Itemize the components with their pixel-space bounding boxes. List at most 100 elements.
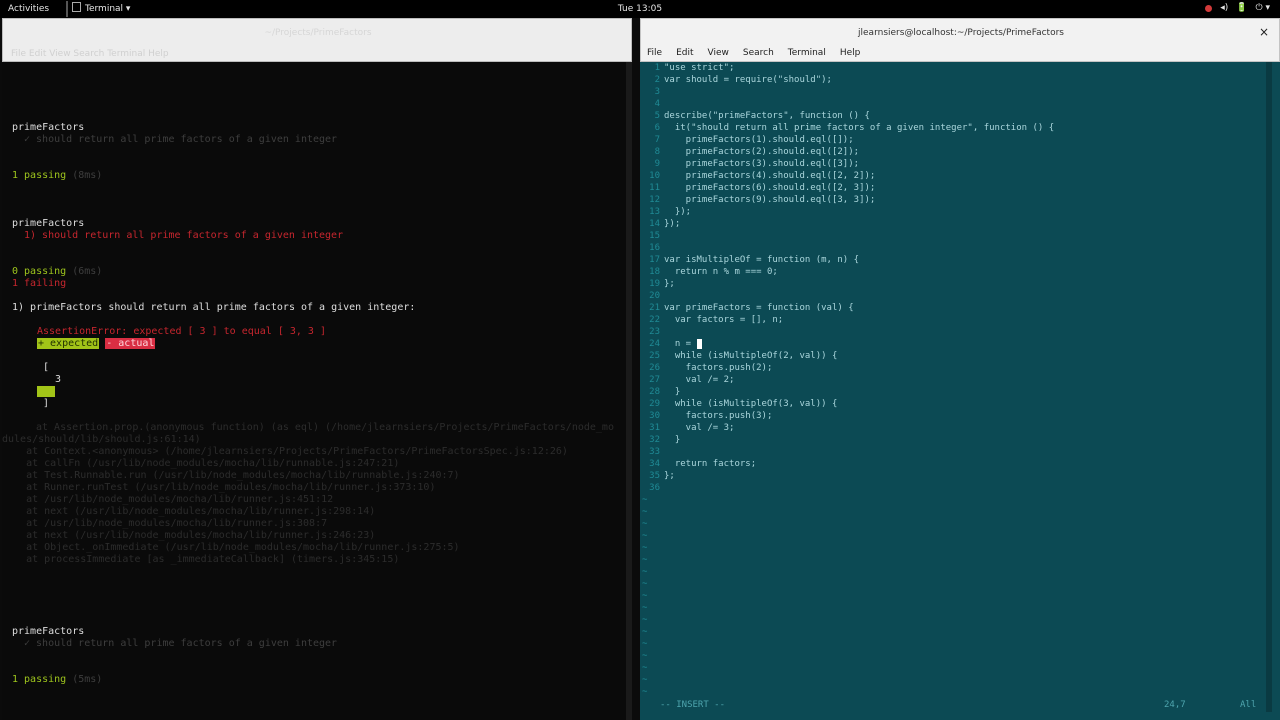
code-text: describe("primeFactors", function () {: [664, 111, 870, 121]
line-number: 25: [649, 351, 660, 361]
cursor-position: 24,7: [1164, 700, 1186, 710]
line-number: 34: [649, 459, 660, 469]
system-tray[interactable]: ◂) 🔋 ⏻ ▾: [1205, 3, 1270, 13]
assertion-error: AssertionError: expected [ 3 ] to equal …: [37, 326, 326, 337]
line-number: 19: [649, 279, 660, 289]
code-line: 34 return factors;: [640, 458, 756, 470]
line-number: 22: [649, 315, 660, 325]
menu-search[interactable]: Search: [743, 48, 774, 58]
code-text: while (isMultipleOf(2, val)) {: [664, 351, 838, 361]
menu-view[interactable]: View: [708, 48, 729, 58]
empty-line-tilde: ~: [642, 507, 648, 517]
terminal-scrollbar[interactable]: [1266, 62, 1272, 712]
code-line: 17 var isMultipleOf = function (m, n) {: [640, 254, 859, 266]
stack-trace-line: at processImmediate [as _immediateCallba…: [2, 554, 400, 565]
line-number: 20: [649, 291, 660, 301]
code-text: }: [664, 387, 681, 397]
empty-line-tilde: ~: [642, 543, 648, 553]
clock[interactable]: Tue 13:05: [0, 4, 1280, 14]
power-menu-icon[interactable]: ⏻ ▾: [1256, 3, 1271, 13]
suite-title: primeFactors: [12, 626, 85, 637]
empty-line-tilde: ~: [642, 591, 648, 601]
code-text: }: [664, 435, 681, 445]
vim-editor[interactable]: 1 "use strict"; 2 var should = require("sho…: [640, 62, 1280, 720]
code-text: "use strict";: [664, 63, 735, 73]
line-number: 2: [654, 75, 660, 85]
code-text: var primeFactors = function (val) {: [664, 303, 854, 313]
code-text: val /= 2;: [664, 375, 735, 385]
code-line: 23: [640, 326, 664, 338]
app-menu-terminal[interactable]: Terminal ▾: [66, 1, 136, 17]
suite-title: primeFactors: [12, 122, 85, 133]
diff-open-bracket: [: [43, 362, 50, 373]
mocha-output-terminal[interactable]: primeFactors ✓ should return all prime f…: [2, 62, 632, 720]
terminal-icon: [72, 2, 81, 12]
line-number: 18: [649, 267, 660, 277]
code-line: 27 val /= 2;: [640, 374, 734, 386]
stack-trace-line: at /usr/lib/node_modules/mocha/lib/runne…: [2, 494, 334, 505]
code-line: 25 while (isMultipleOf(2, val)) {: [640, 350, 837, 362]
line-number: 36: [649, 483, 660, 493]
diff-legend: + expected - actual: [37, 338, 156, 350]
stack-trace-line: at Runner.runTest (/usr/lib/node_modules…: [2, 482, 436, 493]
line-number: 29: [649, 399, 660, 409]
code-line: 31 val /= 3;: [640, 422, 734, 434]
code-text: var isMultipleOf = function (m, n) {: [664, 255, 860, 265]
test-result-pass: ✓ should return all prime factors of a g…: [24, 638, 338, 649]
line-number: 11: [649, 183, 660, 193]
menu-edit[interactable]: Edit: [676, 48, 693, 58]
code-text: };: [664, 279, 675, 289]
code-line: 28 }: [640, 386, 680, 398]
line-number: 9: [654, 159, 660, 169]
line-number: 35: [649, 471, 660, 481]
code-line: 3: [640, 86, 664, 98]
code-line: 24 n =: [640, 338, 702, 350]
empty-line-tilde: ~: [642, 579, 648, 589]
activities-button[interactable]: Activities: [8, 4, 49, 14]
line-number: 17: [649, 255, 660, 265]
code-text: n =: [664, 339, 697, 349]
code-line: 29 while (isMultipleOf(3, val)) {: [640, 398, 837, 410]
code-line: 15: [640, 230, 664, 242]
menu-terminal[interactable]: Terminal: [788, 48, 826, 58]
menu-file[interactable]: File: [647, 48, 662, 58]
stack-trace-line: at Assertion.prop.(anonymous function) (…: [36, 422, 614, 433]
terminal-menubar: File Edit View Search Terminal Help: [647, 48, 860, 58]
line-number: 1: [654, 63, 660, 73]
empty-line-tilde: ~: [642, 531, 648, 541]
test-result-fail: 1) should return all prime factors of a …: [24, 230, 344, 241]
right-terminal-titlebar[interactable]: jlearnsiers@localhost:~/Projects/PrimeFa…: [640, 18, 1280, 62]
stack-trace-line: at Test.Runnable.run (/usr/lib/node_modu…: [2, 470, 460, 481]
code-line: 10 primeFactors(4).should.eql([2, 2]);: [640, 170, 875, 182]
code-line: 33: [640, 446, 664, 458]
line-number: 33: [649, 447, 660, 457]
left-terminal-titlebar[interactable]: ~/Projects/PrimeFactors File Edit View S…: [2, 18, 632, 62]
code-line: 4: [640, 98, 664, 110]
line-number: 24: [649, 339, 660, 349]
code-text: var should = require("should");: [664, 75, 832, 85]
test-result-pass: ✓ should return all prime factors of a g…: [24, 134, 338, 145]
line-number: 10: [649, 171, 660, 181]
app-menu-label: Terminal ▾: [85, 4, 131, 14]
empty-line-tilde: ~: [642, 651, 648, 661]
empty-line-tilde: ~: [642, 663, 648, 673]
code-line: 8 primeFactors(2).should.eql([2]);: [640, 146, 860, 158]
code-line: 35};: [640, 470, 675, 482]
code-line: 36: [640, 482, 664, 494]
battery-icon[interactable]: 🔋: [1236, 3, 1247, 13]
code-line: 1 "use strict";: [640, 62, 735, 74]
actual-label: - actual: [105, 338, 156, 349]
code-line: 14});: [640, 218, 680, 230]
code-text: primeFactors(1).should.eql([]);: [664, 135, 854, 145]
close-icon[interactable]: ×: [1259, 25, 1269, 39]
code-text: while (isMultipleOf(3, val)) {: [664, 399, 838, 409]
volume-icon[interactable]: ◂): [1220, 3, 1228, 13]
left-window-menubar: File Edit View Search Terminal Help: [11, 49, 169, 59]
window-title: jlearnsiers@localhost:~/Projects/PrimeFa…: [858, 28, 1064, 38]
line-number: 16: [649, 243, 660, 253]
menu-help[interactable]: Help: [840, 48, 861, 58]
line-number: 3: [654, 87, 660, 97]
empty-line-tilde: ~: [642, 675, 648, 685]
line-number: 4: [654, 99, 660, 109]
code-text: return n % m === 0;: [664, 267, 778, 277]
